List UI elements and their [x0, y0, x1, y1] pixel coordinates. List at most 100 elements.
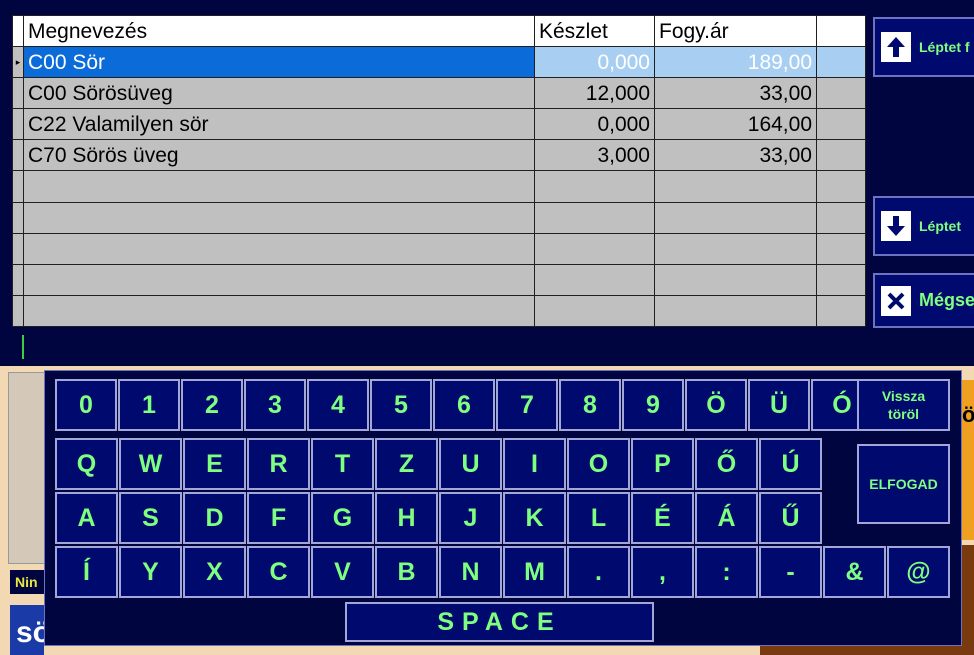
row-filler [816, 46, 866, 79]
row-price[interactable]: 33,00 [654, 77, 817, 110]
grid-indicator-header [12, 14, 24, 48]
key-row3-5[interactable]: H [375, 492, 438, 544]
key-row1-7[interactable]: 7 [496, 379, 558, 431]
table-row[interactable]: ▸ C00 Sör 0,000 189,00 [12, 46, 866, 79]
row-name[interactable]: C70 Sörös üveg [23, 139, 535, 172]
close-icon [881, 285, 911, 316]
column-header-price[interactable]: Fogy.ár [654, 14, 817, 48]
key-row2-11[interactable]: Ú [759, 438, 822, 490]
empty-row [12, 201, 866, 234]
step-down-button[interactable]: Léptet [873, 196, 974, 256]
key-row2-1[interactable]: W [119, 438, 182, 490]
row-filler [816, 77, 866, 110]
key-row4-3[interactable]: C [247, 546, 310, 598]
row-name[interactable]: C00 Sör [23, 46, 535, 79]
column-header-stock[interactable]: Készlet [534, 14, 655, 48]
table-row[interactable]: C70 Sörös üveg 3,000 33,00 [12, 139, 866, 172]
key-row2-9[interactable]: P [631, 438, 694, 490]
key-row4-11[interactable]: - [759, 546, 822, 598]
key-row1-1[interactable]: 1 [118, 379, 180, 431]
empty-row [12, 263, 866, 296]
arrow-up-icon [881, 32, 911, 62]
step-up-button[interactable]: Léptet f [873, 17, 974, 77]
background-right-orange: ör [962, 380, 974, 540]
key-row1-8[interactable]: 8 [559, 379, 621, 431]
row-filler [816, 108, 866, 141]
key-row2-6[interactable]: U [439, 438, 502, 490]
product-search-panel: Megnevezés Készlet Fogy.ár ▸ C00 Sör 0,0… [0, 0, 974, 366]
key-row4-0[interactable]: Í [55, 546, 118, 598]
key-row4-1[interactable]: Y [119, 546, 182, 598]
cancel-button[interactable]: Mégse [873, 273, 974, 328]
row-indicator-icon: ▸ [12, 46, 24, 79]
cancel-label: Mégse [919, 290, 974, 310]
row-stock[interactable]: 0,000 [534, 108, 655, 141]
key-row1-11[interactable]: Ü [748, 379, 810, 431]
key-row3-1[interactable]: S [119, 492, 182, 544]
table-row[interactable]: C22 Valamilyen sör 0,000 164,00 [12, 108, 866, 141]
row-name[interactable]: C22 Valamilyen sör [23, 108, 535, 141]
row-indicator [12, 139, 24, 172]
text-caret [22, 335, 24, 359]
key-row1-6[interactable]: 6 [433, 379, 495, 431]
background-status-box: Nin [10, 570, 44, 594]
on-screen-keyboard: 0123456789ÖÜÓQWERTZUIOPŐÚASDFGHJKLÉÁŰÍYX… [44, 370, 962, 646]
row-name[interactable]: C00 Sörösüveg [23, 77, 535, 110]
key-row3-10[interactable]: Á [695, 492, 758, 544]
backspace-button[interactable]: Vissza töröl [857, 379, 950, 431]
row-price[interactable]: 33,00 [654, 139, 817, 172]
key-row4-9[interactable]: , [631, 546, 694, 598]
key-row3-4[interactable]: G [311, 492, 374, 544]
key-row2-0[interactable]: Q [55, 438, 118, 490]
key-row3-2[interactable]: D [183, 492, 246, 544]
empty-row [12, 170, 866, 203]
key-row4-5[interactable]: B [375, 546, 438, 598]
row-stock[interactable]: 3,000 [534, 139, 655, 172]
background-right-block [962, 545, 974, 655]
key-row4-8[interactable]: . [567, 546, 630, 598]
accept-button[interactable]: ELFOGAD [857, 444, 950, 524]
product-grid: Megnevezés Készlet Fogy.ár ▸ C00 Sör 0,0… [12, 14, 866, 328]
key-row4-4[interactable]: V [311, 546, 374, 598]
key-row1-4[interactable]: 4 [307, 379, 369, 431]
key-row2-10[interactable]: Ő [695, 438, 758, 490]
row-price[interactable]: 164,00 [654, 108, 817, 141]
step-up-label: Léptet f [919, 39, 970, 55]
key-row4-10[interactable]: : [695, 546, 758, 598]
key-row3-3[interactable]: F [247, 492, 310, 544]
key-row4-6[interactable]: N [439, 546, 502, 598]
key-row4-13[interactable]: @ [887, 546, 950, 598]
row-stock[interactable]: 12,000 [534, 77, 655, 110]
key-row1-3[interactable]: 3 [244, 379, 306, 431]
table-row[interactable]: C00 Sörösüveg 12,000 33,00 [12, 77, 866, 110]
key-row1-0[interactable]: 0 [55, 379, 117, 431]
key-row2-3[interactable]: R [247, 438, 310, 490]
row-indicator [12, 108, 24, 141]
key-row2-8[interactable]: O [567, 438, 630, 490]
key-row1-2[interactable]: 2 [181, 379, 243, 431]
key-row2-7[interactable]: I [503, 438, 566, 490]
space-key[interactable]: SPACE [345, 602, 654, 642]
key-row2-2[interactable]: E [183, 438, 246, 490]
key-row4-12[interactable]: & [823, 546, 886, 598]
key-row1-9[interactable]: 9 [622, 379, 684, 431]
key-row3-11[interactable]: Ű [759, 492, 822, 544]
key-row1-5[interactable]: 5 [370, 379, 432, 431]
step-down-label: Léptet [919, 218, 961, 234]
key-row2-5[interactable]: Z [375, 438, 438, 490]
key-row3-6[interactable]: J [439, 492, 502, 544]
key-row4-2[interactable]: X [183, 546, 246, 598]
key-row3-8[interactable]: L [567, 492, 630, 544]
key-row4-7[interactable]: M [503, 546, 566, 598]
row-stock[interactable]: 0,000 [534, 46, 655, 79]
column-header-name[interactable]: Megnevezés [23, 14, 535, 48]
key-row3-9[interactable]: É [631, 492, 694, 544]
search-input[interactable] [12, 330, 974, 364]
row-price[interactable]: 189,00 [654, 46, 817, 79]
arrow-down-icon [881, 211, 911, 241]
key-row2-4[interactable]: T [311, 438, 374, 490]
key-row3-0[interactable]: A [55, 492, 118, 544]
background-orange-text: ör [962, 402, 974, 427]
key-row1-10[interactable]: Ö [685, 379, 747, 431]
key-row3-7[interactable]: K [503, 492, 566, 544]
